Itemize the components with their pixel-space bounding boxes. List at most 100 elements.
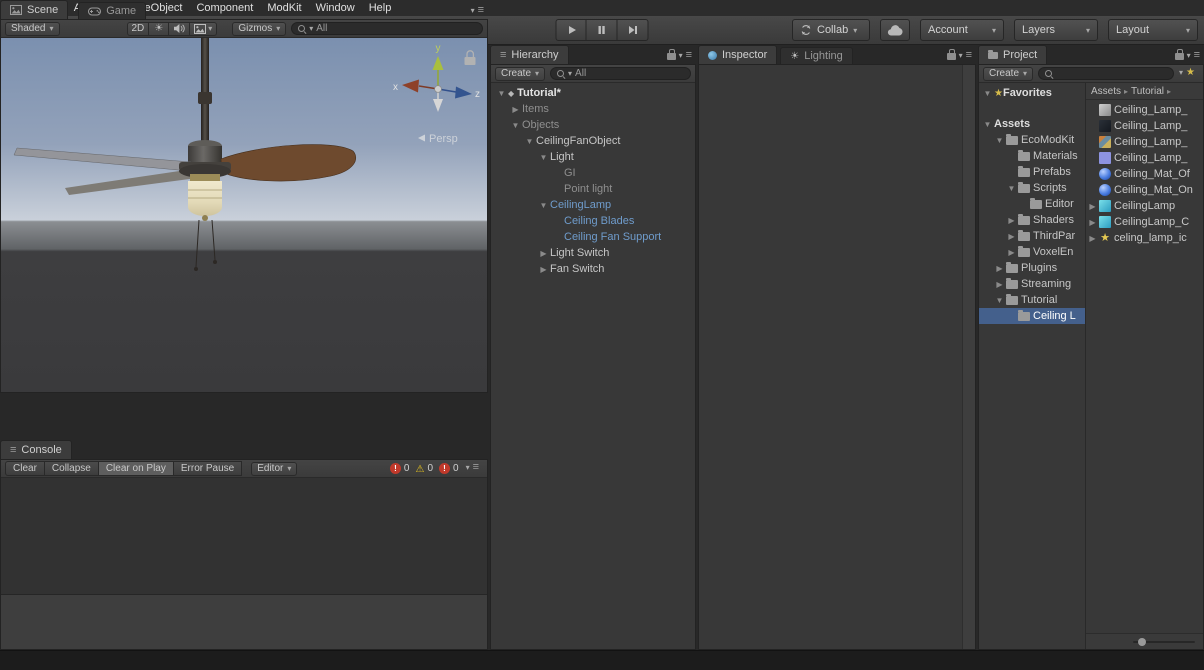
expand-arrow-icon[interactable]: ▶ [1005,232,1018,241]
panel-menu[interactable] [466,461,483,476]
expand-arrow-icon[interactable]: ▼ [537,153,550,162]
tab-console[interactable]: Console [0,440,72,459]
expand-arrow-icon[interactable]: ▶ [537,265,550,274]
console-collapse-button[interactable]: Collapse [45,461,99,476]
expand-arrow-icon[interactable]: ▼ [537,201,550,210]
project-folder-plugins[interactable]: ▶Plugins [979,260,1085,276]
scene-lighting-toggle[interactable] [149,22,169,36]
breadcrumb-tutorial[interactable]: Tutorial [1131,86,1164,97]
expand-arrow-icon[interactable]: ▼ [523,137,536,146]
search-by-label-icon[interactable] [1186,66,1195,78]
expand-arrow-icon[interactable]: ▶ [1005,248,1018,257]
expand-arrow-icon[interactable]: ▼ [1005,184,1018,193]
hierarchy-item-objects[interactable]: ▼Objects [491,117,695,133]
expand-arrow-icon[interactable]: ▼ [993,136,1006,145]
expand-arrow-icon[interactable]: ▼ [495,89,508,98]
breadcrumb-assets[interactable]: Assets [1091,86,1121,97]
hierarchy-item-light[interactable]: ▼Light [491,149,695,165]
hierarchy-create-dropdown[interactable]: Create [495,67,545,81]
2d-toggle-button[interactable]: 2D [127,22,150,36]
account-dropdown[interactable]: Account [920,19,1004,41]
console-count-error-badge-icon[interactable]: 0 [439,463,459,474]
expand-arrow-icon[interactable]: ▶ [993,280,1006,289]
hierarchy-item-items[interactable]: ▶Items [491,101,695,117]
tab-hierarchy[interactable]: Hierarchy [490,45,569,64]
inspector-scrollbar[interactable] [962,65,975,649]
thumbnail-zoom-slider[interactable] [1133,641,1195,643]
asset-ceilinglamp-c[interactable]: ▶CeilingLamp_C [1086,214,1203,230]
gizmos-dropdown[interactable]: Gizmos [232,22,286,36]
cloud-services-button[interactable] [880,19,910,41]
expand-arrow-icon[interactable]: ▼ [993,296,1006,305]
console-clear-on-play-button[interactable]: Clear on Play [99,461,174,476]
scene-viewport[interactable]: y x z Persp [1,38,487,392]
expand-arrow-icon[interactable]: ▶ [537,249,550,258]
console-editor-dropdown[interactable]: Editor [251,462,297,476]
collab-dropdown[interactable]: Collab [792,19,870,41]
pause-button[interactable] [587,19,618,41]
play-button[interactable] [556,19,587,41]
panel-menu[interactable] [1175,49,1204,64]
hierarchy-item-ceiling-blades[interactable]: Ceiling Blades [491,213,695,229]
hierarchy-search-input[interactable]: All [550,67,691,80]
console-count-error-icon[interactable]: 0 [390,463,410,474]
project-folder-assets[interactable]: ▼Assets [979,116,1085,132]
asset-celing-lamp-ic[interactable]: ▶celing_lamp_ic [1086,230,1203,246]
scene-audio-toggle[interactable] [169,22,190,36]
project-create-dropdown[interactable]: Create [983,67,1033,81]
step-button[interactable] [618,19,649,41]
project-folder-ecomodkit[interactable]: ▼EcoModKit [979,132,1085,148]
hierarchy-item-point-light[interactable]: Point light [491,181,695,197]
panel-menu[interactable] [947,49,976,64]
tab-scene[interactable]: Scene [0,0,68,19]
zoom-slider-handle[interactable] [1138,638,1146,646]
expand-arrow-icon[interactable]: ▶ [1086,202,1099,211]
project-folder-favorites[interactable]: ▼Favorites [979,85,1085,101]
hierarchy-item-fan-switch[interactable]: ▶Fan Switch [491,261,695,277]
tab-game[interactable]: Game [78,2,146,19]
scene-search-input[interactable]: All [291,22,483,35]
expand-arrow-icon[interactable]: ▶ [1086,234,1099,243]
project-folder-tutorial[interactable]: ▼Tutorial [979,292,1085,308]
asset-ceilinglamp[interactable]: ▶CeilingLamp [1086,198,1203,214]
asset-ceiling-lamp[interactable]: Ceiling_Lamp_ [1086,134,1203,150]
project-folder-scripts[interactable]: ▼Scripts [979,180,1085,196]
expand-arrow-icon[interactable]: ▼ [981,89,994,98]
expand-arrow-icon[interactable]: ▼ [509,121,522,130]
project-folder-materials[interactable]: Materials [979,148,1085,164]
expand-arrow-icon[interactable]: ▼ [981,120,994,129]
scene-effects-dropdown[interactable] [190,22,217,36]
layout-dropdown[interactable]: Layout [1108,19,1198,41]
panel-menu[interactable] [471,4,488,19]
expand-arrow-icon[interactable]: ▶ [1005,216,1018,225]
project-search-input[interactable] [1038,67,1174,80]
tab-project[interactable]: Project [978,45,1047,64]
project-folder-ceiling-l[interactable]: Ceiling L [979,308,1085,324]
project-folder-prefabs[interactable]: Prefabs [979,164,1085,180]
asset-ceiling-lamp[interactable]: Ceiling_Lamp_ [1086,118,1203,134]
hierarchy-item-tutorial[interactable]: ▼Tutorial* [491,85,695,101]
panel-menu[interactable] [667,49,696,64]
hierarchy-item-light-switch[interactable]: ▶Light Switch [491,245,695,261]
project-folder-editor[interactable]: Editor [979,196,1085,212]
tab-lighting[interactable]: Lighting [780,47,853,64]
console-detail-pane[interactable] [1,595,487,649]
hierarchy-item-gi[interactable]: GI [491,165,695,181]
shaded-dropdown[interactable]: Shaded [5,22,60,36]
lock-icon[interactable] [465,51,476,65]
project-folder-voxelen[interactable]: ▶VoxelEn [979,244,1085,260]
asset-ceiling-mat-on[interactable]: Ceiling_Mat_On [1086,182,1203,198]
expand-arrow-icon[interactable]: ▶ [993,264,1006,273]
console-error-pause-button[interactable]: Error Pause [174,461,242,476]
expand-arrow-icon[interactable]: ▶ [509,105,522,114]
hierarchy-item-ceilinglamp[interactable]: ▼CeilingLamp [491,197,695,213]
persp-toggle[interactable]: Persp [418,133,458,145]
project-folder-shaders[interactable]: ▶Shaders [979,212,1085,228]
console-log-list[interactable] [1,478,487,595]
expand-arrow-icon[interactable]: ▶ [1086,218,1099,227]
asset-ceiling-mat-of[interactable]: Ceiling_Mat_Of [1086,166,1203,182]
hierarchy-item-ceilingfanobject[interactable]: ▼CeilingFanObject [491,133,695,149]
asset-ceiling-lamp[interactable]: Ceiling_Lamp_ [1086,150,1203,166]
layers-dropdown[interactable]: Layers [1014,19,1098,41]
hierarchy-item-ceiling-fan-support[interactable]: Ceiling Fan Support [491,229,695,245]
